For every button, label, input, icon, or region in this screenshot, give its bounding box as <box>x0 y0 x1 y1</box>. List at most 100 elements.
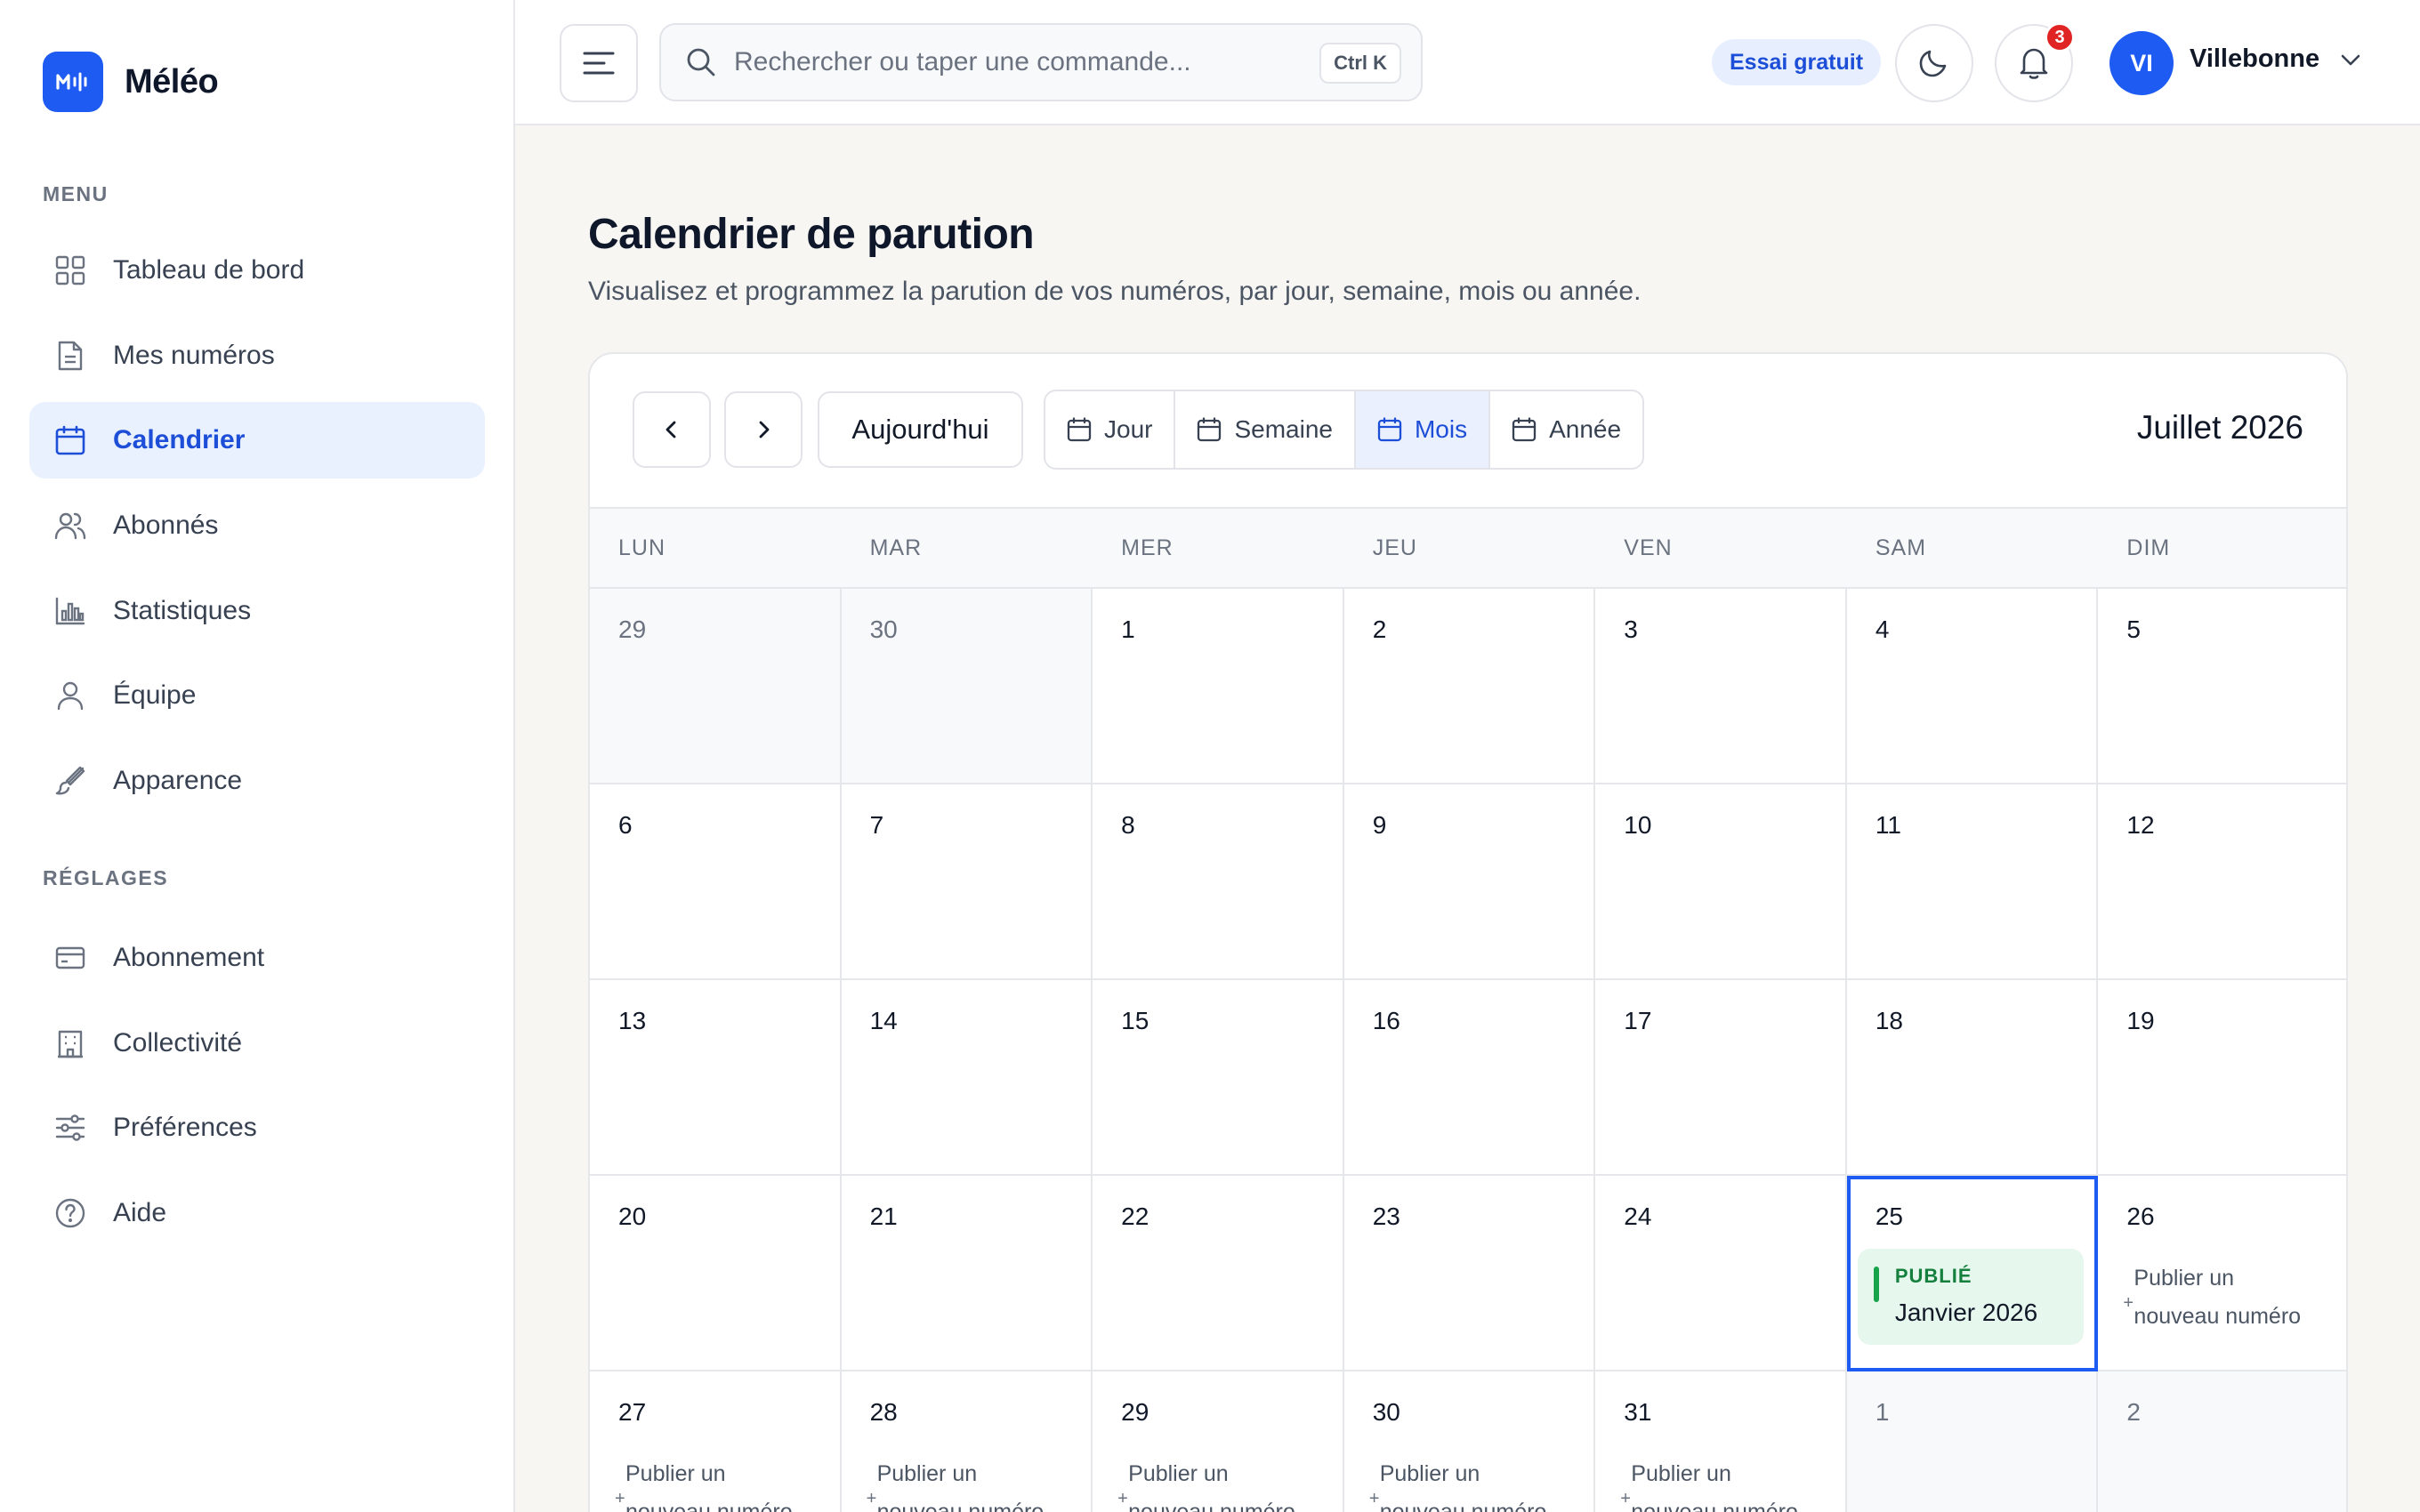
search-input[interactable] <box>734 47 1303 77</box>
user-name[interactable]: Villebonne <box>2190 44 2319 74</box>
day-number: 12 <box>2126 811 2155 839</box>
day-number: 2 <box>2126 1398 2141 1426</box>
menu-toggle-button[interactable] <box>560 24 638 102</box>
publish-new-issue-link[interactable]: + Publier un nouveau numéro <box>1369 1455 1567 1512</box>
brush-icon <box>52 763 88 799</box>
calendar-icon <box>52 422 88 458</box>
calendar-day[interactable]: 29 + Publier un nouveau numéro <box>1093 1371 1344 1512</box>
sidebar-item-subscribers[interactable]: Abonnés <box>29 487 485 564</box>
calendar-day[interactable]: 23 <box>1343 1176 1596 1371</box>
calendar-day[interactable]: 30 <box>841 589 1093 784</box>
calendar-day[interactable]: 24 <box>1595 1176 1847 1371</box>
weekday-header: MER <box>1121 535 1174 560</box>
calendar-day[interactable]: 7 <box>841 784 1093 980</box>
sidebar-item-label: Apparence <box>113 766 243 795</box>
weekday-header: DIM <box>2126 535 2171 560</box>
calendar-day[interactable]: 1 <box>1093 589 1344 784</box>
calendar-day[interactable]: 2 <box>2098 1371 2346 1512</box>
day-number: 24 <box>1624 1202 1652 1230</box>
today-button[interactable]: Aujourd'hui <box>818 391 1023 468</box>
sidebar-item-issues[interactable]: Mes numéros <box>29 318 485 394</box>
view-week-button[interactable]: Semaine <box>1175 391 1356 468</box>
day-number: 25 <box>1875 1202 1903 1230</box>
notifications-button[interactable]: 3 <box>1995 22 2075 102</box>
calendar-day[interactable]: 20 <box>590 1176 842 1371</box>
publish-new-issue-link[interactable]: + Publier un nouveau numéro <box>615 1455 812 1512</box>
logo-icon <box>43 52 103 112</box>
sidebar-item-help[interactable]: Aide <box>29 1175 485 1251</box>
search-shortcut: Ctrl K <box>1319 43 1401 84</box>
calendar-day[interactable]: 27 + Publier un nouveau numéro <box>590 1371 842 1512</box>
sidebar-item-team[interactable]: Équipe <box>29 657 485 734</box>
next-month-button[interactable] <box>724 391 803 468</box>
status-badge: PUBLIÉ <box>1894 1265 1972 1287</box>
day-number: 31 <box>1624 1398 1652 1426</box>
view-day-button[interactable]: Jour <box>1045 391 1176 468</box>
topbar: Ctrl K Essai gratuit 3 VI Villebonne <box>515 0 2420 125</box>
sidebar-item-dashboard[interactable]: Tableau de bord <box>29 232 485 309</box>
publish-new-issue-link[interactable]: + Publier un nouveau numéro <box>2123 1259 2320 1336</box>
day-number: 19 <box>2126 1007 2155 1034</box>
page-subtitle: Visualisez et programmez la parution de … <box>588 277 1642 306</box>
sidebar-item-appearance[interactable]: Apparence <box>29 743 485 819</box>
calendar-day[interactable]: 29 <box>590 589 842 784</box>
calendar-day[interactable]: 9 <box>1343 784 1596 980</box>
calendar-day[interactable]: 3 <box>1595 589 1847 784</box>
calendar-icon <box>1377 417 1402 442</box>
published-issue-event[interactable]: PUBLIÉ Janvier 2026 <box>1857 1249 2085 1345</box>
sidebar-item-preferences[interactable]: Préférences <box>29 1090 485 1166</box>
publish-new-issue-label: Publier un nouveau numéro <box>2134 1266 2302 1329</box>
view-week-label: Semaine <box>1234 415 1333 443</box>
brand[interactable]: Méléo <box>43 52 219 112</box>
plus-icon: + <box>1368 1489 1380 1508</box>
calendar-day[interactable]: 10 <box>1595 784 1847 980</box>
search-bar[interactable]: Ctrl K <box>659 23 1423 101</box>
sidebar-item-collectivity[interactable]: Collectivité <box>29 1005 485 1082</box>
calendar-day[interactable]: 19 <box>2098 980 2346 1176</box>
day-number: 29 <box>1121 1398 1150 1426</box>
calendar-day[interactable]: 14 <box>841 980 1093 1176</box>
calendar-day[interactable]: 1 <box>1846 1371 2099 1512</box>
calendar-day[interactable]: 16 <box>1343 980 1596 1176</box>
calendar-day[interactable]: 22 <box>1093 1176 1344 1371</box>
sidebar-item-statistics[interactable]: Statistiques <box>29 573 485 649</box>
calendar-day[interactable]: 15 <box>1093 980 1344 1176</box>
calendar-day-today[interactable]: 25 PUBLIÉ Janvier 2026 <box>1846 1176 2099 1371</box>
publish-new-issue-link[interactable]: + Publier un nouveau numéro <box>867 1455 1064 1512</box>
calendar-day[interactable]: 28 + Publier un nouveau numéro <box>842 1371 1093 1512</box>
calendar-day[interactable]: 4 <box>1846 589 2099 784</box>
chevron-down-icon[interactable] <box>2339 48 2362 71</box>
avatar[interactable]: VI <box>2109 31 2174 95</box>
dashboard-icon <box>52 253 88 288</box>
sidebar-item-subscription[interactable]: Abonnement <box>29 920 485 996</box>
calendar-day[interactable]: 2 <box>1343 589 1596 784</box>
calendar-day[interactable]: 6 <box>590 784 842 980</box>
calendar-day[interactable]: 17 <box>1595 980 1847 1176</box>
day-number: 5 <box>2126 615 2141 643</box>
calendar-toolbar: Aujourd'hui Jour Semaine Mois Année Juil… <box>590 354 2346 507</box>
menu-icon <box>583 52 615 75</box>
view-month-button[interactable]: Mois <box>1355 391 1491 468</box>
calendar-day[interactable]: 26 + Publier un nouveau numéro <box>2098 1176 2346 1371</box>
calendar-day[interactable]: 13 <box>590 980 842 1176</box>
previous-month-button[interactable] <box>633 391 711 468</box>
publish-new-issue-link[interactable]: + Publier un nouveau numéro <box>1117 1455 1315 1512</box>
calendar-day[interactable]: 5 <box>2098 589 2346 784</box>
day-number: 1 <box>1121 615 1135 643</box>
sidebar-item-calendar[interactable]: Calendrier <box>29 402 485 479</box>
calendar-day[interactable]: 8 <box>1093 784 1344 980</box>
publish-new-issue-link[interactable]: + Publier un nouveau numéro <box>1620 1455 1818 1512</box>
calendar-day[interactable]: 12 <box>2098 784 2346 980</box>
calendar-day[interactable]: 18 <box>1846 980 2099 1176</box>
day-number: 17 <box>1624 1007 1652 1034</box>
day-number: 9 <box>1372 811 1387 839</box>
calendar-day[interactable]: 21 <box>841 1176 1093 1371</box>
weekday-header: MAR <box>869 535 923 560</box>
dark-mode-toggle[interactable] <box>1895 24 1973 102</box>
calendar-day[interactable]: 31 + Publier un nouveau numéro <box>1595 1371 1847 1512</box>
calendar-icon <box>1198 417 1222 442</box>
calendar-day[interactable]: 11 <box>1846 784 2099 980</box>
calendar-day[interactable]: 30 + Publier un nouveau numéro <box>1344 1371 1596 1512</box>
view-year-button[interactable]: Année <box>1490 391 1642 468</box>
free-trial-badge[interactable]: Essai gratuit <box>1712 39 1882 85</box>
